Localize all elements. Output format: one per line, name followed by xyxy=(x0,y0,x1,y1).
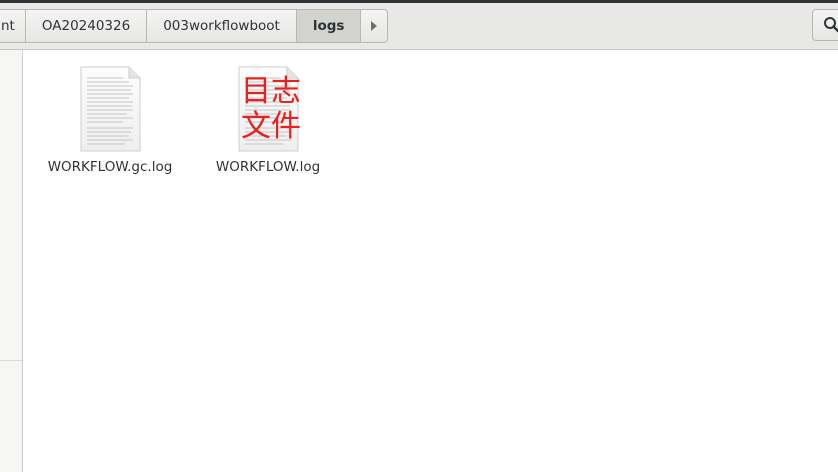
sidebar-divider xyxy=(0,360,22,361)
file-name: WORKFLOW.gc.log xyxy=(47,159,173,175)
overlay-line-1: 目志 xyxy=(241,74,301,109)
chevron-right-icon xyxy=(371,21,378,31)
crumb-oa20240326[interactable]: OA20240326 xyxy=(26,10,148,42)
overlay-line-2: 文件 xyxy=(241,109,301,144)
file-overlay-text: 目志 文件 xyxy=(241,74,311,144)
file-item-workflow-log[interactable]: 目志 文件 WORKFLOW.log xyxy=(198,66,338,175)
breadcrumb-forward-button[interactable] xyxy=(361,10,387,42)
file-name: WORKFLOW.log xyxy=(215,159,321,175)
search-icon xyxy=(824,17,838,33)
crumb-logs[interactable]: logs xyxy=(296,10,362,42)
sidebar xyxy=(0,50,23,472)
crumb-parent[interactable]: nt xyxy=(0,10,26,42)
crumb-003workflowboot[interactable]: 003workflowboot xyxy=(147,10,297,42)
search-button[interactable] xyxy=(812,9,838,41)
text-file-icon xyxy=(80,66,141,152)
breadcrumb: nt OA20240326 003workflowboot logs xyxy=(0,9,389,43)
file-item-workflow-gc-log[interactable]: WORKFLOW.gc.log xyxy=(40,66,180,175)
file-view: WORKFLOW.gc.log 目志 文件 WORKFLOW.log xyxy=(23,50,838,472)
toolbar: nt OA20240326 003workflowboot logs xyxy=(0,3,838,50)
